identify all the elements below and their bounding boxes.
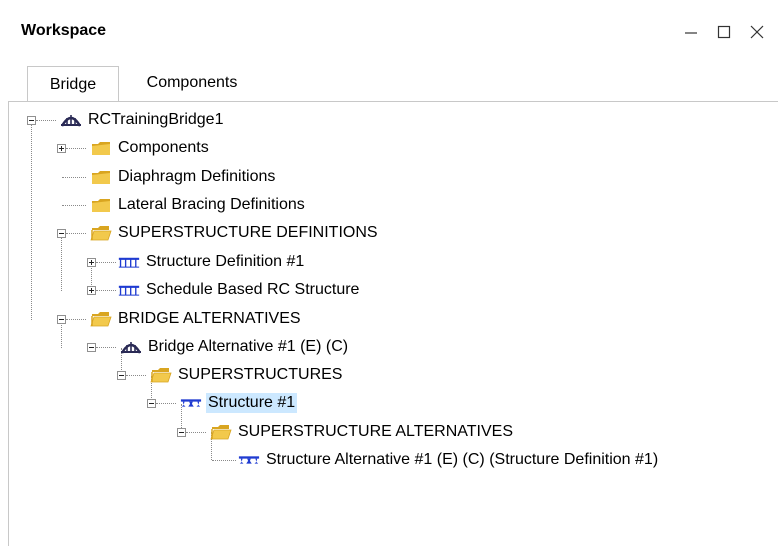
tree-node-label: SUPERSTRUCTURES xyxy=(178,366,343,383)
tree-line xyxy=(186,432,206,433)
tree-line xyxy=(212,460,236,461)
collapse-toggle[interactable] xyxy=(147,399,156,408)
girder-system-icon xyxy=(118,253,140,271)
tree-line xyxy=(96,262,116,263)
close-icon xyxy=(750,25,764,39)
tree-node-superstructure-definitions[interactable]: SUPERSTRUCTURE DEFINITIONS xyxy=(90,222,380,244)
tree-node-superstructure-alternatives[interactable]: SUPERSTRUCTURE ALTERNATIVES xyxy=(210,421,515,443)
folder-closed-icon xyxy=(90,139,112,157)
expand-toggle[interactable] xyxy=(87,286,96,295)
tree-node-label: Structure Alternative #1 (E) (C) (Struct… xyxy=(266,451,659,468)
tree-node-label: Diaphragm Definitions xyxy=(118,168,276,185)
tree-line xyxy=(66,233,86,234)
tree-node-label: BRIDGE ALTERNATIVES xyxy=(118,310,301,327)
maximize-icon xyxy=(717,25,731,39)
expand-toggle[interactable] xyxy=(87,258,96,267)
tree-line xyxy=(61,320,62,348)
girder-system-icon xyxy=(118,281,140,299)
bridge-icon xyxy=(60,111,82,129)
tab-bridge[interactable]: Bridge xyxy=(27,66,119,102)
minimize-icon xyxy=(685,32,697,34)
bridge-icon xyxy=(120,338,142,356)
tree-node-label: Components xyxy=(118,139,209,156)
structure-icon xyxy=(238,451,260,469)
folder-open-icon xyxy=(210,423,232,441)
tab-components[interactable]: Components xyxy=(122,66,262,100)
structure-icon xyxy=(180,394,202,412)
collapse-toggle[interactable] xyxy=(57,315,66,324)
tree-line xyxy=(126,375,146,376)
tree-node-label: SUPERSTRUCTURE DEFINITIONS xyxy=(118,224,378,241)
collapse-toggle[interactable] xyxy=(177,428,186,437)
tree-node-components[interactable]: Components xyxy=(90,137,211,159)
tree-node-label: SUPERSTRUCTURE ALTERNATIVES xyxy=(238,423,514,440)
folder-closed-icon xyxy=(90,196,112,214)
tree-node-structure-definition-1[interactable]: Structure Definition #1 xyxy=(118,251,306,273)
tree-line xyxy=(66,319,86,320)
tree-node-label: Lateral Bracing Definitions xyxy=(118,196,305,213)
close-button[interactable] xyxy=(745,20,769,44)
tree-node-lateral-bracing-definitions[interactable]: Lateral Bracing Definitions xyxy=(90,194,307,216)
folder-open-icon xyxy=(150,366,172,384)
tree-line xyxy=(61,234,62,291)
maximize-button[interactable] xyxy=(712,20,736,44)
tree-line xyxy=(62,177,86,178)
expand-toggle[interactable] xyxy=(57,144,66,153)
minimize-button[interactable] xyxy=(679,20,703,44)
tree-line xyxy=(96,347,116,348)
tree-line xyxy=(31,120,32,320)
tree-node-bridge-alternative-1[interactable]: Bridge Alternative #1 (E) (C) xyxy=(120,336,350,358)
tree-node-diaphragm-definitions[interactable]: Diaphragm Definitions xyxy=(90,166,277,188)
window-title: Workspace xyxy=(21,22,107,39)
tree-node-label: Schedule Based RC Structure xyxy=(146,281,360,298)
tree-node-superstructures[interactable]: SUPERSTRUCTURES xyxy=(150,364,344,386)
collapse-toggle[interactable] xyxy=(27,116,36,125)
tree-node-label: Structure #1 xyxy=(206,393,298,413)
tab-strip: Bridge Components xyxy=(0,66,778,102)
tree-node-label: Bridge Alternative #1 (E) (C) xyxy=(148,338,349,355)
tree-node-label: RCTrainingBridge1 xyxy=(88,111,224,128)
folder-open-icon xyxy=(90,310,112,328)
tree-node-root[interactable]: RCTrainingBridge1 xyxy=(60,109,225,131)
tree-line xyxy=(96,290,116,291)
title-bar: Workspace xyxy=(0,0,778,66)
collapse-toggle[interactable] xyxy=(117,371,126,380)
tree-line xyxy=(62,205,86,206)
collapse-toggle[interactable] xyxy=(57,229,66,238)
folder-open-icon xyxy=(90,224,112,242)
tree-node-label: Structure Definition #1 xyxy=(146,253,305,270)
tree-line xyxy=(66,148,86,149)
tree-node-schedule-based-rc-structure[interactable]: Schedule Based RC Structure xyxy=(118,279,361,301)
workspace-window: Workspace Bridge Components RCTrainingBr… xyxy=(0,0,778,546)
tree-node-bridge-alternatives[interactable]: BRIDGE ALTERNATIVES xyxy=(90,308,303,330)
tree-line xyxy=(156,403,176,404)
folder-closed-icon xyxy=(90,168,112,186)
tree-node-structure-alternative-1[interactable]: Structure Alternative #1 (E) (C) (Struct… xyxy=(238,449,660,471)
tree-line xyxy=(36,120,56,121)
tree-node-structure-1[interactable]: Structure #1 xyxy=(180,392,298,414)
collapse-toggle[interactable] xyxy=(87,343,96,352)
